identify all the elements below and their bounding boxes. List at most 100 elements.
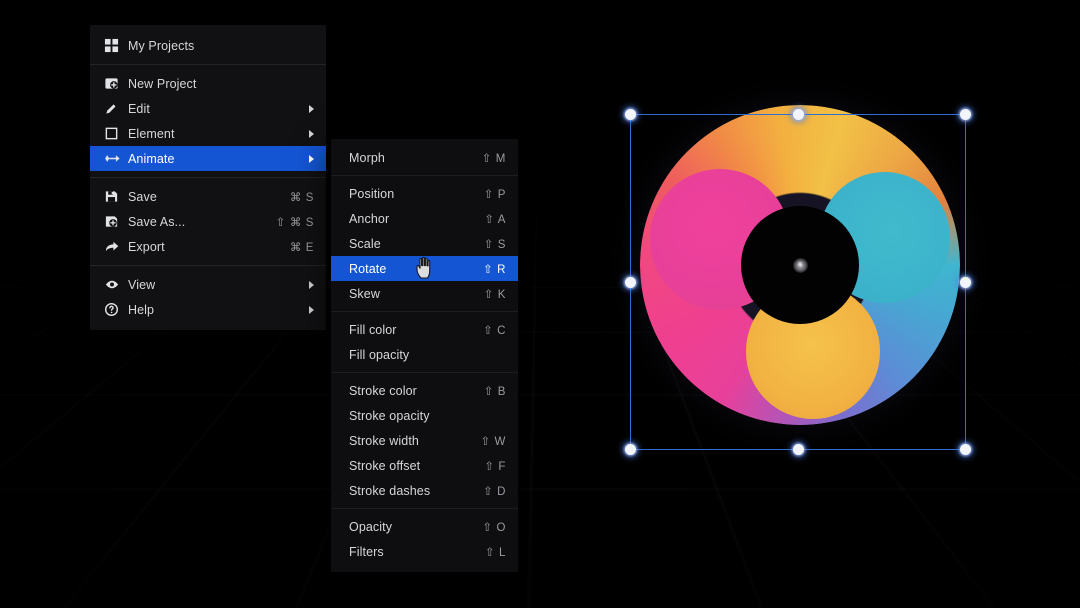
resize-handle-bottom-center[interactable]: [792, 444, 804, 455]
new-project-icon: [104, 76, 128, 92]
help-icon: [104, 302, 128, 318]
main-menu-item-save[interactable]: Save ⌘ S: [90, 184, 326, 209]
menu-separator: [90, 177, 326, 178]
animate-submenu-item-scale[interactable]: Scale ⇧ S: [331, 231, 518, 256]
grid-icon: [104, 38, 128, 54]
submenu-item-label: Position: [349, 186, 395, 201]
submenu-separator: [331, 508, 518, 509]
submenu-item-shortcut: ⇧ F: [484, 460, 506, 473]
submenu-item-shortcut: ⇧ A: [484, 213, 506, 226]
resize-handle-middle-right[interactable]: [960, 276, 971, 288]
submenu-item-label: Filters: [349, 544, 384, 559]
animate-submenu-item-skew[interactable]: Skew ⇧ K: [331, 281, 518, 306]
menu-item-label: Element: [128, 126, 175, 141]
menu-item-label: View: [128, 277, 156, 292]
submenu-separator: [331, 311, 518, 312]
menu-item-shortcut: ⇧ ⌘ S: [275, 216, 314, 229]
animate-submenu-item-stroke-opacity[interactable]: Stroke opacity: [331, 403, 518, 428]
main-context-menu[interactable]: My Projects New Project Edit Element Animate…: [90, 25, 326, 330]
resize-handle-bottom-right[interactable]: [960, 444, 971, 455]
submenu-item-shortcut: ⇧ L: [484, 546, 506, 559]
resize-handle-top-right[interactable]: [960, 109, 971, 120]
animate-icon: [104, 151, 128, 167]
submenu-item-shortcut: ⇧ P: [483, 188, 506, 201]
submenu-item-label: Skew: [349, 286, 380, 301]
menu-item-label: My Projects: [128, 38, 195, 53]
main-menu-item-my-projects[interactable]: My Projects: [90, 33, 326, 58]
selection-bounding-box[interactable]: [625, 109, 971, 455]
menu-separator: [90, 64, 326, 65]
submenu-item-label: Morph: [349, 150, 385, 165]
resize-handle-top-center[interactable]: [792, 109, 804, 120]
submenu-item-label: Fill opacity: [349, 347, 410, 362]
submenu-separator: [331, 175, 518, 176]
resize-handle-middle-left[interactable]: [625, 276, 636, 288]
floppy-icon: [104, 189, 128, 205]
menu-item-label: Help: [128, 302, 155, 317]
submenu-item-label: Stroke dashes: [349, 483, 431, 498]
menu-item-shortcut: ⌘ E: [289, 241, 314, 254]
submenu-item-label: Stroke opacity: [349, 408, 430, 423]
animate-submenu-item-stroke-dashes[interactable]: Stroke dashes ⇧ D: [331, 478, 518, 503]
submenu-item-label: Rotate: [349, 261, 387, 276]
export-icon: [104, 239, 128, 255]
animate-submenu-item-rotate[interactable]: Rotate ⇧ R: [331, 256, 518, 281]
submenu-item-shortcut: ⇧ S: [483, 238, 506, 251]
animate-submenu-item-stroke-color[interactable]: Stroke color ⇧ B: [331, 378, 518, 403]
submenu-item-shortcut: ⇧ O: [482, 521, 506, 534]
animate-submenu-item-fill-opacity[interactable]: Fill opacity: [331, 342, 518, 367]
animate-submenu-item-opacity[interactable]: Opacity ⇧ O: [331, 514, 518, 539]
menu-item-shortcut: ⌘ S: [289, 191, 314, 204]
animate-submenu-item-stroke-width[interactable]: Stroke width ⇧ W: [331, 428, 518, 453]
submenu-item-shortcut: ⇧ B: [483, 385, 506, 398]
resize-handle-top-left[interactable]: [625, 109, 636, 120]
chevron-right-icon: [309, 104, 314, 113]
animate-submenu-item-stroke-offset[interactable]: Stroke offset ⇧ F: [331, 453, 518, 478]
main-menu-item-edit[interactable]: Edit: [90, 96, 326, 121]
animate-submenu-item-filters[interactable]: Filters ⇧ L: [331, 539, 518, 564]
submenu-item-shortcut: ⇧ K: [483, 288, 506, 301]
chevron-right-icon: [309, 129, 314, 138]
resize-handle-bottom-left[interactable]: [625, 444, 636, 455]
animate-submenu-item-fill-color[interactable]: Fill color ⇧ C: [331, 317, 518, 342]
submenu-item-label: Opacity: [349, 519, 393, 534]
eye-icon: [104, 277, 128, 293]
main-menu-item-element[interactable]: Element: [90, 121, 326, 146]
animate-submenu-item-morph[interactable]: Morph ⇧ M: [331, 145, 518, 170]
submenu-item-label: Fill color: [349, 322, 397, 337]
menu-item-label: Edit: [128, 101, 150, 116]
menu-item-label: Animate: [128, 151, 175, 166]
main-menu-item-save-as[interactable]: Save As... ⇧ ⌘ S: [90, 209, 326, 234]
menu-item-label: Save As...: [128, 214, 186, 229]
menu-item-label: New Project: [128, 76, 197, 91]
chevron-right-icon: [309, 305, 314, 314]
animate-submenu-item-anchor[interactable]: Anchor ⇧ A: [331, 206, 518, 231]
submenu-item-label: Scale: [349, 236, 381, 251]
menu-separator: [90, 265, 326, 266]
submenu-separator: [331, 372, 518, 373]
main-menu-item-animate[interactable]: Animate: [90, 146, 326, 171]
save-as-icon: [104, 214, 128, 230]
main-menu-item-export[interactable]: Export ⌘ E: [90, 234, 326, 259]
submenu-item-shortcut: ⇧ D: [483, 485, 506, 498]
pencil-icon: [104, 101, 128, 117]
submenu-item-label: Stroke offset: [349, 458, 421, 473]
submenu-item-shortcut: ⇧ R: [483, 263, 506, 276]
main-menu-item-help[interactable]: Help: [90, 297, 326, 322]
main-menu-item-new-project[interactable]: New Project: [90, 71, 326, 96]
submenu-item-label: Stroke color: [349, 383, 417, 398]
submenu-item-label: Stroke width: [349, 433, 419, 448]
chevron-right-icon: [309, 154, 314, 163]
animate-submenu[interactable]: Morph ⇧ M Position ⇧ P Anchor ⇧ A Scale ⇧ S Rota…: [331, 139, 518, 572]
menu-item-label: Export: [128, 239, 165, 254]
square-icon: [104, 126, 128, 142]
chevron-right-icon: [309, 280, 314, 289]
submenu-item-shortcut: ⇧ W: [480, 435, 506, 448]
app-canvas: ✳ My Projects New Project Edit Element Anima…: [0, 0, 1080, 608]
animate-submenu-item-position[interactable]: Position ⇧ P: [331, 181, 518, 206]
main-menu-item-view[interactable]: View: [90, 272, 326, 297]
menu-item-label: Save: [128, 189, 157, 204]
submenu-item-shortcut: ⇧ M: [481, 152, 506, 165]
submenu-item-shortcut: ⇧ C: [483, 324, 506, 337]
submenu-item-label: Anchor: [349, 211, 390, 226]
